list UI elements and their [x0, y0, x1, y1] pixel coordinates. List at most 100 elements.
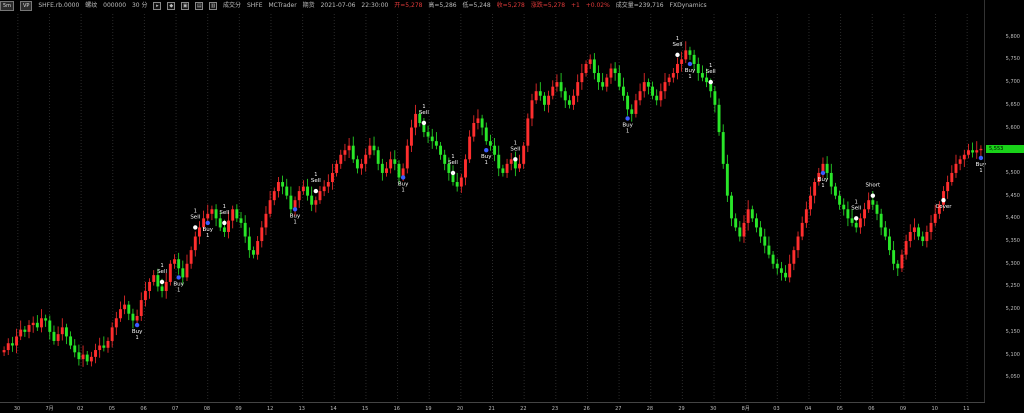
signal-marker	[421, 120, 427, 126]
candle-body	[40, 318, 43, 328]
price-axis[interactable]: 5,050 5,100 5,150 5,200 5,250 5,300 5,350 5,400…	[984, 0, 1024, 403]
diamond-icon[interactable]: ◆	[167, 2, 176, 10]
interval-button[interactable]: 5m	[0, 1, 15, 11]
signal-qty: 1	[223, 204, 226, 210]
signal-qty: 1	[293, 219, 296, 225]
candle-body	[231, 209, 235, 221]
price-tick-label: 5,250	[1005, 283, 1020, 290]
date-tick-label: 03	[773, 406, 780, 412]
date-tick-label: 23	[551, 406, 559, 412]
candle-body	[268, 200, 272, 214]
date-tick-label: 26	[583, 406, 590, 412]
signal-qty: 1	[451, 154, 454, 160]
indicator-name: FXDynamics	[669, 2, 707, 9]
candle-body	[455, 182, 459, 187]
candle-body	[950, 172, 954, 183]
candle-body	[385, 168, 388, 173]
signal-marker	[450, 170, 456, 176]
time-value: 22:30:00	[361, 2, 389, 9]
price-tick-label: 5,750	[1005, 56, 1020, 63]
candle-body	[243, 222, 247, 237]
date-value: 2021-07-06	[320, 2, 356, 9]
candle-body	[426, 132, 430, 137]
candle-body	[688, 50, 692, 55]
candle-body	[285, 186, 289, 196]
date-tick-label: 15	[361, 406, 369, 412]
candle-body	[904, 241, 908, 255]
date-tick-label: 08	[203, 406, 211, 412]
candle-body	[921, 236, 925, 242]
price-chart[interactable]: Buy1Sell1Buy1Sell1Buy1Sell1Buy1Sell1Buy1…	[0, 0, 1024, 413]
candle-body	[854, 222, 858, 228]
candle-body	[143, 291, 147, 301]
signal-label: Cover	[935, 204, 952, 210]
box-icon[interactable]: ▣	[181, 2, 190, 10]
date-tick-label: 30	[710, 406, 717, 412]
signal-label: Sell	[157, 269, 167, 275]
candle-body	[85, 354, 89, 362]
candle-body	[717, 104, 721, 133]
candle-body	[908, 231, 912, 242]
date-tick-label: 06	[140, 406, 147, 412]
exchange-label: SHFE	[246, 2, 263, 9]
candle-body	[555, 82, 559, 87]
candle-body	[94, 350, 97, 357]
signal-label: Sell	[448, 160, 458, 166]
chart-header: 5m VP SHFE.rb.0000 螺纹 000000 30 分 ▸ ◆ ▣ …	[0, 0, 985, 12]
signal-marker	[313, 188, 319, 194]
play-icon[interactable]: ▸	[153, 2, 162, 10]
candle-body	[351, 145, 355, 160]
date-tick-label: 7月	[45, 406, 54, 412]
candle-body	[397, 163, 401, 178]
candle-body	[829, 172, 833, 187]
candle-body	[617, 73, 621, 87]
vp-button[interactable]: VP	[19, 1, 33, 11]
candle-body	[276, 182, 280, 192]
candle-body	[700, 73, 704, 78]
date-tick-label: 05	[108, 406, 116, 412]
candle-body	[434, 141, 438, 146]
signal-marker	[292, 207, 298, 212]
candle-body	[833, 186, 837, 196]
date-axis[interactable]: 30 7月 02 05 06 07 08 09 12 13 14 15 16 19 20 21 22 23 26 27…	[0, 402, 985, 413]
candle-body	[443, 154, 447, 164]
candle-body	[592, 59, 596, 74]
signal-qty: 1	[194, 208, 197, 214]
change-value: 涨跌=5,278	[530, 2, 566, 9]
candle-body	[900, 254, 904, 269]
signal-marker	[134, 322, 140, 328]
candle-body	[476, 118, 480, 123]
signal-marker	[176, 275, 181, 280]
plus-value: +1	[570, 2, 580, 9]
price-tick-label: 5,450	[1005, 192, 1020, 199]
table-icon[interactable]: ▥	[209, 2, 218, 10]
candle-body	[355, 159, 359, 169]
candle-body	[52, 331, 56, 341]
candle-body	[193, 236, 197, 251]
candle-body	[168, 263, 172, 282]
candle-body	[19, 329, 23, 337]
candle-body	[289, 195, 293, 210]
candle-body	[642, 82, 646, 92]
candle-body	[222, 227, 226, 232]
candle-body	[626, 95, 630, 110]
signal-qty: 1	[855, 199, 858, 205]
price-tick-label: 5,350	[1005, 238, 1020, 245]
candle-body	[430, 136, 434, 142]
candle-body	[239, 218, 243, 223]
instrument-name: 螺纹	[85, 2, 98, 9]
candle-body	[917, 227, 921, 237]
percent-change: +0.02%	[585, 2, 610, 9]
candle-body	[779, 268, 783, 273]
candle-body	[692, 54, 696, 64]
high-value: 高=5,286	[428, 2, 457, 9]
signal-label: Sell	[419, 110, 429, 116]
candle-body	[505, 163, 509, 173]
candle-body	[60, 327, 64, 335]
grid-icon[interactable]: ▤	[195, 2, 204, 10]
candle-body	[804, 209, 808, 223]
candle-body	[173, 259, 176, 264]
turnover-value: 成交量=239,716	[615, 2, 664, 9]
candle-body	[368, 145, 372, 155]
date-tick-label: 11	[963, 406, 970, 412]
